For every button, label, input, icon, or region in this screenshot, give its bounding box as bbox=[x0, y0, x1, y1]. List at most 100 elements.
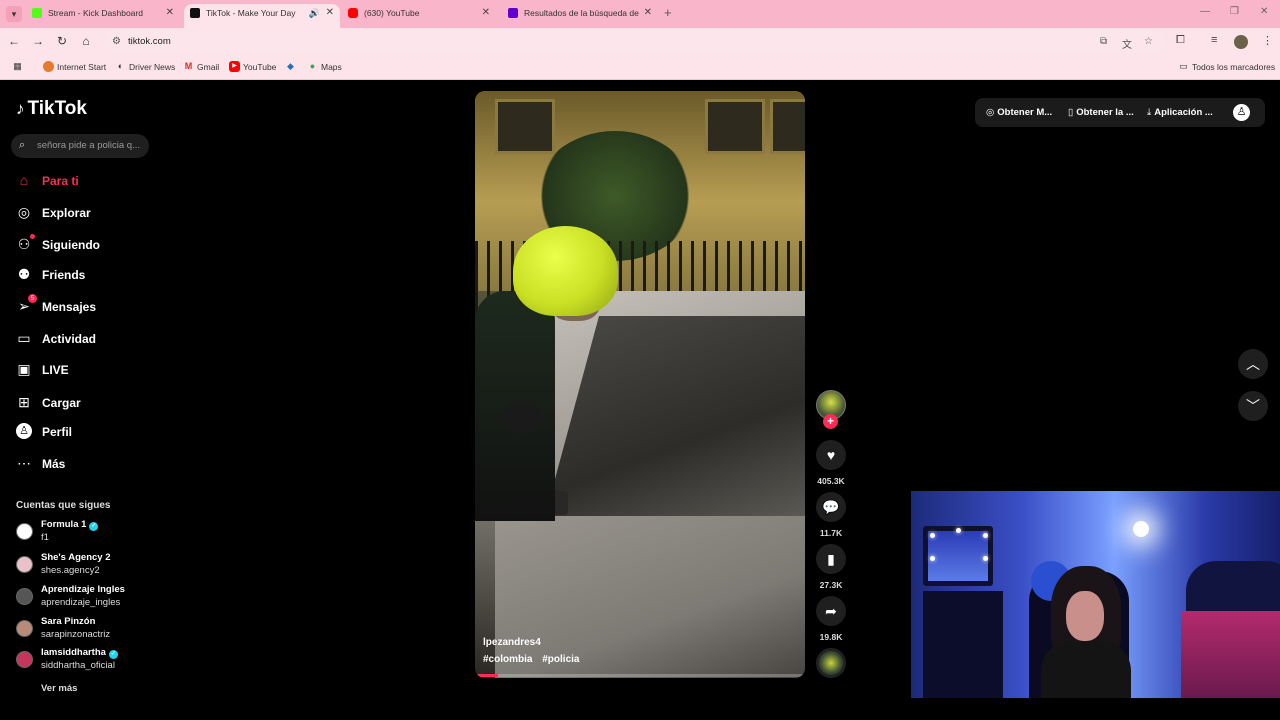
bookmark-youtube[interactable]: ▶ YouTube bbox=[229, 61, 276, 72]
activity-icon: ▭ bbox=[17, 330, 31, 346]
comment-count: 11.7K bbox=[819, 528, 843, 538]
nav-explore[interactable]: ◎ Explorar bbox=[16, 202, 176, 224]
close-tab-icon[interactable]: ✕ bbox=[644, 4, 652, 22]
url-field[interactable]: ⚙ tiktok.com ⧉ 文 ☆ bbox=[104, 31, 1164, 53]
friends-icon: ⚉ bbox=[17, 266, 31, 282]
browser-tab-bar: ▾ Stream - Kick Dashboard ✕ TikTok - Mak… bbox=[0, 0, 1280, 28]
tab-search-button[interactable]: ▾ bbox=[6, 6, 22, 22]
address-bar-row: ← → ↻ ⌂ ⚙ tiktok.com ⧉ 文 ☆ ⧠ ≡ ⋮ bbox=[0, 28, 1280, 56]
install-app-icon[interactable]: ⧉ bbox=[1100, 36, 1107, 47]
site-info-icon[interactable]: ⚙ bbox=[112, 36, 121, 47]
search-icon: ⌕ bbox=[19, 139, 26, 151]
comment-button[interactable]: 💬 bbox=[816, 492, 846, 522]
comment-icon: 💬 bbox=[822, 499, 840, 515]
youtube-icon bbox=[348, 8, 358, 18]
translate-icon[interactable]: 文 bbox=[1122, 36, 1132, 51]
folder-icon: ▭ bbox=[1179, 61, 1188, 71]
nav-friends[interactable]: ⚉ Friends bbox=[16, 264, 176, 286]
bookmark-maps[interactable]: ● Maps bbox=[307, 61, 342, 72]
extensions-icon[interactable]: ⧠ bbox=[1176, 34, 1185, 47]
verified-icon: ✓ bbox=[89, 522, 99, 531]
close-tab-icon[interactable]: ✕ bbox=[166, 4, 174, 22]
bookmark-driver-news[interactable]: ◐ Driver News bbox=[115, 61, 176, 72]
get-coins-button[interactable]: ◎ Obtener M... bbox=[986, 107, 1052, 118]
video-progress-fill bbox=[475, 674, 499, 677]
close-tab-icon[interactable]: ✕ bbox=[482, 4, 490, 22]
see-more-link[interactable]: Ver más bbox=[41, 683, 77, 691]
gmail-icon: M bbox=[184, 61, 193, 71]
share-button[interactable]: ➦ bbox=[816, 596, 846, 626]
browser-tab-kick[interactable]: Stream - Kick Dashboard ✕ bbox=[26, 4, 180, 28]
bookmarks-bar: ▦ Internet Start ◐ Driver News M Gmail ▶ Yo… bbox=[0, 56, 1280, 80]
browser-tab-search[interactable]: Resultados de la búsqueda de ✕ bbox=[502, 4, 658, 28]
following-account[interactable]: She's Agency 2 shes.agency2 bbox=[16, 552, 176, 582]
video-hashtags: #colombia #policia bbox=[483, 654, 587, 665]
minimize-button[interactable]: — bbox=[1200, 6, 1210, 17]
user-avatar-icon[interactable]: ♙ bbox=[1233, 104, 1250, 121]
new-tab-button[interactable]: + bbox=[664, 5, 672, 20]
like-count: 405.3K bbox=[817, 476, 845, 486]
hashtag-link[interactable]: #colombia bbox=[483, 654, 532, 665]
tiktok-logo[interactable]: ♪ TikTok bbox=[16, 98, 87, 120]
get-app-button[interactable]: ▯ Obtener la ... bbox=[1068, 107, 1134, 118]
profile-avatar[interactable] bbox=[1234, 35, 1248, 49]
download-icon: ⤓ bbox=[1147, 107, 1152, 118]
back-button[interactable]: ← bbox=[6, 34, 22, 48]
reload-button[interactable]: ↻ bbox=[54, 34, 70, 48]
following-account[interactable]: Aprendizaje Ingles aprendizaje_ingles bbox=[16, 584, 176, 614]
close-window-button[interactable]: ✕ bbox=[1260, 6, 1268, 17]
browser-tab-youtube[interactable]: (630) YouTube ✕ bbox=[342, 4, 496, 28]
previous-video-button[interactable]: ︿ bbox=[1238, 349, 1268, 379]
hashtag-link[interactable]: #policia bbox=[542, 654, 579, 665]
phone-icon: ▯ bbox=[1068, 107, 1074, 118]
bookmark-internet-start[interactable]: Internet Start bbox=[43, 61, 106, 72]
speaker-icon[interactable]: 🔊 bbox=[309, 4, 320, 22]
bookmark-gmail[interactable]: M Gmail bbox=[183, 61, 219, 72]
nav-following[interactable]: ⚇ Siguiendo bbox=[16, 234, 176, 256]
nav-upload[interactable]: ⊞ Cargar bbox=[16, 392, 176, 414]
download-app-button[interactable]: ⤓ Aplicación ... bbox=[1147, 107, 1213, 118]
forward-button[interactable]: → bbox=[30, 34, 46, 48]
compass-icon: ◎ bbox=[17, 204, 31, 220]
maximize-button[interactable]: ❐ bbox=[1230, 6, 1239, 17]
bookmark-icon: ▮ bbox=[827, 551, 835, 567]
search-input[interactable]: ⌕ señora pide a policia q... bbox=[11, 134, 149, 158]
next-video-button[interactable]: ﹀ bbox=[1238, 391, 1268, 421]
youtube-icon: ▶ bbox=[229, 61, 240, 72]
star-icon[interactable]: ☆ bbox=[1144, 36, 1153, 47]
nav-activity[interactable]: ▭ Actividad bbox=[16, 328, 176, 350]
save-button[interactable]: ▮ bbox=[816, 544, 846, 574]
nav-messages[interactable]: ➢ 5 Mensajes bbox=[16, 294, 176, 318]
following-account[interactable]: Iamsiddhartha ✓ siddhartha_oficial bbox=[16, 647, 176, 677]
close-tab-icon[interactable]: ✕ bbox=[326, 4, 334, 22]
verified-icon: ✓ bbox=[108, 650, 118, 659]
nav-profile[interactable]: ♙ Perfil bbox=[16, 421, 176, 443]
nav-for-you[interactable]: ⌂ Para ti bbox=[16, 170, 176, 192]
browser-menu-icon[interactable]: ⋮ bbox=[1262, 34, 1273, 47]
all-bookmarks-button[interactable]: ▭ Todos los marcadores bbox=[1178, 61, 1275, 72]
video-progress-bar[interactable] bbox=[475, 674, 805, 677]
tiktok-icon bbox=[190, 8, 200, 18]
following-account[interactable]: Formula 1 ✓ f1 bbox=[16, 519, 176, 549]
video-author[interactable]: lpezandres4 bbox=[483, 637, 541, 648]
upload-icon: ⊞ bbox=[18, 394, 30, 410]
notification-dot bbox=[30, 234, 35, 239]
following-account[interactable]: Sara Pinzón sarapinzonactriz bbox=[16, 616, 176, 646]
video-player[interactable]: lpezandres4 #colombia #policia bbox=[475, 91, 805, 678]
nav-more[interactable]: ⋯ Más bbox=[16, 453, 176, 475]
live-icon: ▣ bbox=[17, 361, 31, 377]
chevron-up-icon: ︿ bbox=[1246, 356, 1260, 372]
globe-icon bbox=[43, 61, 54, 72]
follow-button[interactable]: + bbox=[823, 414, 838, 429]
home-icon: ⌂ bbox=[19, 172, 29, 188]
music-disc[interactable] bbox=[816, 648, 846, 678]
maps-icon: ● bbox=[309, 61, 316, 71]
media-control-icon[interactable]: ≡ bbox=[1211, 34, 1217, 46]
nav-live[interactable]: ▣ LIVE bbox=[16, 359, 176, 381]
kick-icon bbox=[32, 8, 42, 18]
browser-tab-tiktok[interactable]: TikTok - Make Your Day 🔊 ✕ bbox=[184, 4, 340, 28]
heart-icon: ♥ bbox=[826, 447, 836, 463]
tiktok-note-icon: ♪ bbox=[16, 99, 25, 118]
home-button[interactable]: ⌂ bbox=[78, 34, 94, 48]
like-button[interactable]: ♥ bbox=[816, 440, 846, 470]
